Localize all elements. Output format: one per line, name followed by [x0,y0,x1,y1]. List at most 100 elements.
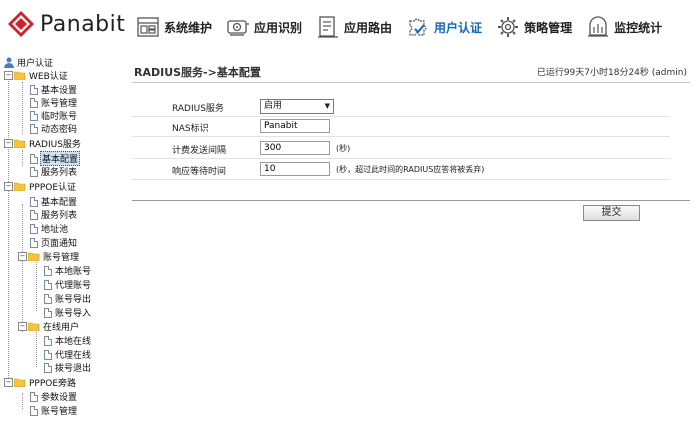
folder-open-icon [28,322,40,331]
form-row-acct-interval: 计费发送间隔 (秒) [132,139,670,159]
app-recognition-icon [227,20,250,36]
page-icon [30,391,38,402]
tree-item-acct-export[interactable]: 账号导出 [44,292,92,305]
user-auth-icon [409,18,427,36]
main-nav: 系统维护 应用识别 应用路由 用户认证 策略管理 监控统计 [136,12,676,42]
folder-open-icon [14,71,26,80]
page-icon [44,265,52,276]
page-icon [44,293,52,304]
radius-service-label: RADIUS服务 [172,104,224,114]
page-icon [44,307,52,318]
tree-item-bypass-params[interactable]: 参数设置 [30,390,78,403]
collapse-toggle-icon[interactable]: − [4,378,13,387]
brand-logo[interactable]: Panabit [6,8,125,40]
collapse-toggle-icon[interactable]: − [4,182,13,191]
page-icon [30,97,38,108]
nav-system-maintenance[interactable]: 系统维护 [136,12,212,42]
tree-connector [36,259,37,311]
page-icon [30,223,38,234]
timeout-unit: (秒，超过此时间的RADIUS应答将被丢弃) [336,165,485,174]
page-icon [30,153,38,164]
page-icon [30,209,38,220]
nav-label: 监控统计 [614,20,663,35]
page-icon [30,237,38,248]
uptime-status: 已运行99天7小时18分24秒 (admin) [536,68,687,78]
nav-app-recognition[interactable]: 应用识别 [226,12,302,42]
page-icon [44,335,52,346]
tree-item-pppoe-pool[interactable]: 地址池 [30,222,69,235]
nas-id-label: NAS标识 [172,124,209,134]
tree-item-acct-local[interactable]: 本地账号 [44,264,92,277]
folder-open-icon [14,139,26,148]
tree-item-online-dialout[interactable]: 拨号退出 [44,361,92,374]
tree-connector [22,204,23,332]
tree-item-online-proxy[interactable]: 代理在线 [44,348,92,361]
tree-item-web-temp[interactable]: 临时账号 [30,109,78,122]
tree-item-radius-basic[interactable]: 基本配置 [30,151,81,166]
submit-button[interactable]: 提交 [583,205,640,221]
tree-connector [22,150,23,166]
collapse-toggle-icon[interactable]: − [4,71,13,80]
form-row-timeout: 响应等待时间 (秒，超过此时间的RADIUS应答将被丢弃) [132,160,670,180]
acct-interval-input[interactable] [260,141,330,155]
user-icon [4,57,14,68]
tree-node-online-users[interactable]: − 在线用户 [18,320,80,333]
timeout-label: 响应等待时间 [172,167,227,177]
collapse-toggle-icon[interactable]: − [18,322,27,331]
tree-node-pppoe[interactable]: − PPPOE认证 [4,180,77,193]
form-row-radius-service: RADIUS服务 启用 ▼ [132,97,670,117]
folder-open-icon [14,378,26,387]
dropdown-arrow-icon: ▼ [324,102,330,110]
nav-monitoring-stats[interactable]: 监控统计 [586,12,662,42]
system-maintenance-icon [137,17,159,37]
nav-label: 应用识别 [254,20,303,35]
panabit-logo-icon [8,11,34,37]
folder-open-icon [28,252,40,261]
nav-user-auth[interactable]: 用户认证 [406,12,482,42]
tree-item-web-account[interactable]: 账号管理 [30,96,78,109]
tree-item-web-basic[interactable]: 基本设置 [30,83,78,96]
policy-management-icon [498,17,519,37]
tree-item-pppoe-list[interactable]: 服务列表 [30,208,78,221]
nav-policy-management[interactable]: 策略管理 [496,12,572,42]
tree-node-radius[interactable]: − RADIUS服务 [4,137,82,150]
tree-root[interactable]: 用户认证 [4,56,54,69]
brand-name: Panabit [40,11,126,37]
nas-id-input[interactable] [260,119,330,133]
tree-item-online-local[interactable]: 本地在线 [44,334,92,347]
radius-service-select[interactable]: 启用 ▼ [260,99,334,114]
sidebar-tree: 用户认证 − WEB认证 基本设置 账号管理 临时账号 动态密码 − RADIU… [2,56,127,426]
collapse-toggle-icon[interactable]: − [4,139,13,148]
tree-connector [22,393,23,409]
tree-item-pppoe-basic[interactable]: 基本配置 [30,195,78,208]
page-icon [44,362,52,373]
page-icon [30,123,38,134]
nav-label: 策略管理 [524,20,573,35]
title-divider [132,82,690,83]
monitoring-stats-icon [588,16,609,37]
tree-connector [36,327,37,367]
form-divider [132,200,690,201]
acct-interval-label: 计费发送间隔 [172,146,227,156]
tree-item-radius-list[interactable]: 服务列表 [30,165,78,178]
page-icon [30,84,38,95]
tree-item-acct-import[interactable]: 账号导入 [44,306,92,319]
nav-app-routing[interactable]: 应用路由 [316,12,392,42]
page-icon [44,349,52,360]
tree-node-pppoe-bypass[interactable]: − PPPOE旁路 [4,376,77,389]
tree-item-acct-proxy[interactable]: 代理账号 [44,278,92,291]
page-icon [30,110,38,121]
tree-node-account-mgmt[interactable]: − 账号管理 [18,250,80,263]
acct-interval-unit: (秒) [336,144,351,153]
page-icon [30,196,38,207]
page-icon [44,279,52,290]
collapse-toggle-icon[interactable]: − [18,252,27,261]
tree-item-pppoe-notice[interactable]: 页面通知 [30,236,78,249]
page-icon [30,405,38,416]
page-icon [30,166,38,177]
tree-node-web-auth[interactable]: − WEB认证 [4,69,69,82]
timeout-input[interactable] [260,162,330,176]
nav-label: 系统维护 [164,20,213,35]
tree-item-bypass-account[interactable]: 账号管理 [30,404,78,417]
tree-item-web-dynpwd[interactable]: 动态密码 [30,122,78,135]
